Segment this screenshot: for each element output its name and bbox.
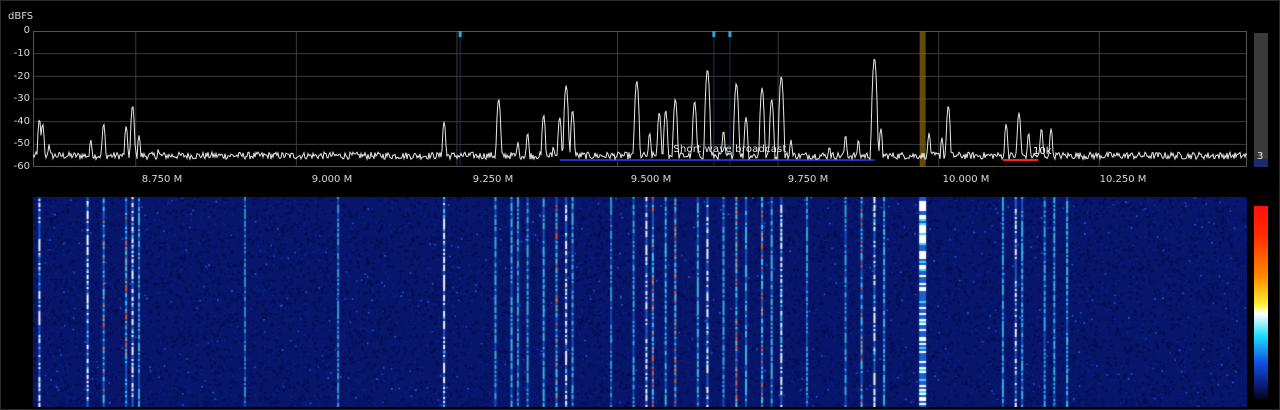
bookmark-marker — [458, 31, 462, 37]
y-tick-label: -50 — [13, 138, 30, 149]
y-tick-label: -60 — [13, 161, 30, 172]
bookmark-marker — [712, 31, 716, 37]
vfo-bandwidth-marker — [1002, 159, 1039, 161]
fft-range-value: 3 — [1257, 151, 1264, 162]
x-tick-label: 9.750 M — [787, 174, 829, 185]
x-tick-label: 9.500 M — [630, 174, 672, 185]
x-tick-label: 8.750 M — [141, 174, 183, 185]
y-axis-unit-label: dBFS — [8, 11, 34, 22]
fft-range-slider[interactable] — [1254, 33, 1268, 167]
y-tick-label: -30 — [13, 93, 30, 104]
spectrum-plot[interactable] — [33, 31, 1247, 167]
y-tick-label: -10 — [13, 48, 30, 59]
waterfall-display[interactable] — [33, 197, 1247, 407]
x-tick-label: 9.250 M — [472, 174, 514, 185]
filter-bandwidth-label: 10k — [1033, 146, 1052, 157]
x-tick-label: 10.250 M — [1099, 174, 1147, 185]
band-plan-label: Short wave broadcast — [673, 144, 787, 155]
tuned-channel-marker — [919, 31, 926, 167]
y-tick-label: 0 — [23, 25, 30, 36]
y-tick-label: -20 — [13, 71, 30, 82]
bookmark-marker — [728, 31, 732, 37]
waterfall-colormap-slider[interactable] — [1254, 206, 1268, 402]
x-tick-label: 10.000 M — [942, 174, 990, 185]
y-tick-label: -40 — [13, 116, 30, 127]
x-tick-label: 9.000 M — [311, 174, 353, 185]
